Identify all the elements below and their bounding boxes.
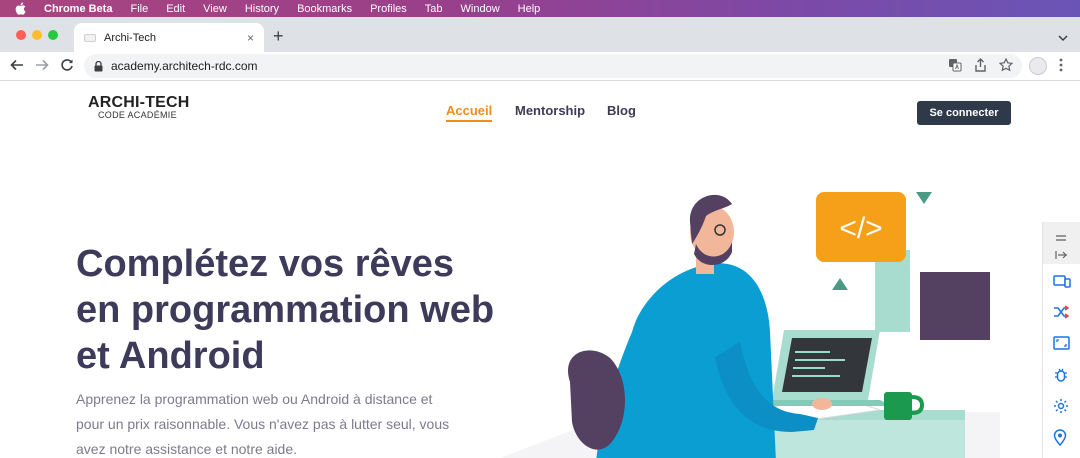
bookmark-star-icon[interactable] [998,57,1014,77]
purple-block [920,272,990,340]
menu-window[interactable]: Window [461,3,500,15]
drag-handle-icon[interactable] [1053,229,1069,247]
person-hand [812,398,832,410]
login-button[interactable]: Se connecter [917,101,1011,125]
chair-back [568,350,625,450]
minimize-window-button[interactable] [32,30,42,40]
menu-profiles[interactable]: Profiles [370,3,407,15]
triangle-teal-top [916,192,932,204]
menu-file[interactable]: File [130,3,148,15]
apple-icon[interactable] [15,2,29,16]
more-menu-icon[interactable] [1059,58,1063,77]
url-text[interactable]: academy.architech-rdc.com [111,59,1022,73]
developer-illustration: </> [500,192,1000,458]
share-icon[interactable] [974,58,987,77]
tab-search-chevron-icon[interactable] [1058,29,1068,47]
browser-tab[interactable]: Archi-Tech × [74,23,264,52]
collapse-arrow-icon[interactable] [1053,247,1069,265]
menu-help[interactable]: Help [518,3,541,15]
profile-avatar[interactable] [1029,57,1047,75]
site-favicon-icon [84,33,96,42]
bug-icon[interactable] [1053,367,1069,388]
nav-link-blog[interactable]: Blog [607,103,636,118]
settings-gear-icon[interactable] [1053,398,1069,419]
shuffle-icon[interactable] [1053,305,1070,324]
translate-icon[interactable] [948,58,962,77]
web-page: ARCHI-TECH CODE ACADÉMIE Accueil Mentors… [0,82,1080,458]
extension-side-panel [1042,222,1080,458]
code-badge-icon: </> [839,212,882,245]
close-window-button[interactable] [16,30,26,40]
menu-edit[interactable]: Edit [166,3,185,15]
hero-subtitle: Apprenez la programmation web ou Android… [76,391,450,457]
lock-icon[interactable] [94,60,103,72]
person-torso [596,263,776,458]
address-bar[interactable]: academy.architech-rdc.com [84,54,1022,78]
logo-sub-text: CODE ACADÉMIE [98,110,177,120]
maximize-window-button[interactable] [48,30,58,40]
forward-arrow-icon[interactable] [35,58,49,77]
menu-tab[interactable]: Tab [425,3,443,15]
site-logo[interactable]: ARCHI-TECH CODE ACADÉMIE [88,94,190,120]
macos-menu-bar: Chrome Beta File Edit View History Bookm… [0,0,1080,17]
nav-link-home[interactable]: Accueil [446,103,493,122]
tab-close-icon[interactable]: × [247,31,254,45]
reload-icon[interactable] [60,58,74,77]
mint-square [875,297,910,332]
menu-app-name[interactable]: Chrome Beta [44,3,112,15]
hero-title: Complétez vos rêves en programmation web… [76,243,495,377]
back-arrow-icon[interactable] [10,58,24,77]
menu-history[interactable]: History [245,3,279,15]
triangle-teal-bottom [832,278,848,290]
browser-tab-strip: Archi-Tech × + [0,17,1080,52]
tab-title: Archi-Tech [104,31,156,44]
menu-bookmarks[interactable]: Bookmarks [297,3,352,15]
browser-toolbar: academy.architech-rdc.com [0,52,1080,81]
responsive-devices-icon[interactable] [1053,274,1071,293]
menu-view[interactable]: View [203,3,227,15]
location-pin-icon[interactable] [1053,429,1067,451]
nav-link-mentorship[interactable]: Mentorship [515,103,585,118]
laptop-screen [782,338,872,392]
mug-icon [884,392,912,420]
new-tab-button[interactable]: + [273,27,284,45]
side-panel-header [1043,222,1080,264]
screen-size-icon[interactable] [1053,336,1070,355]
